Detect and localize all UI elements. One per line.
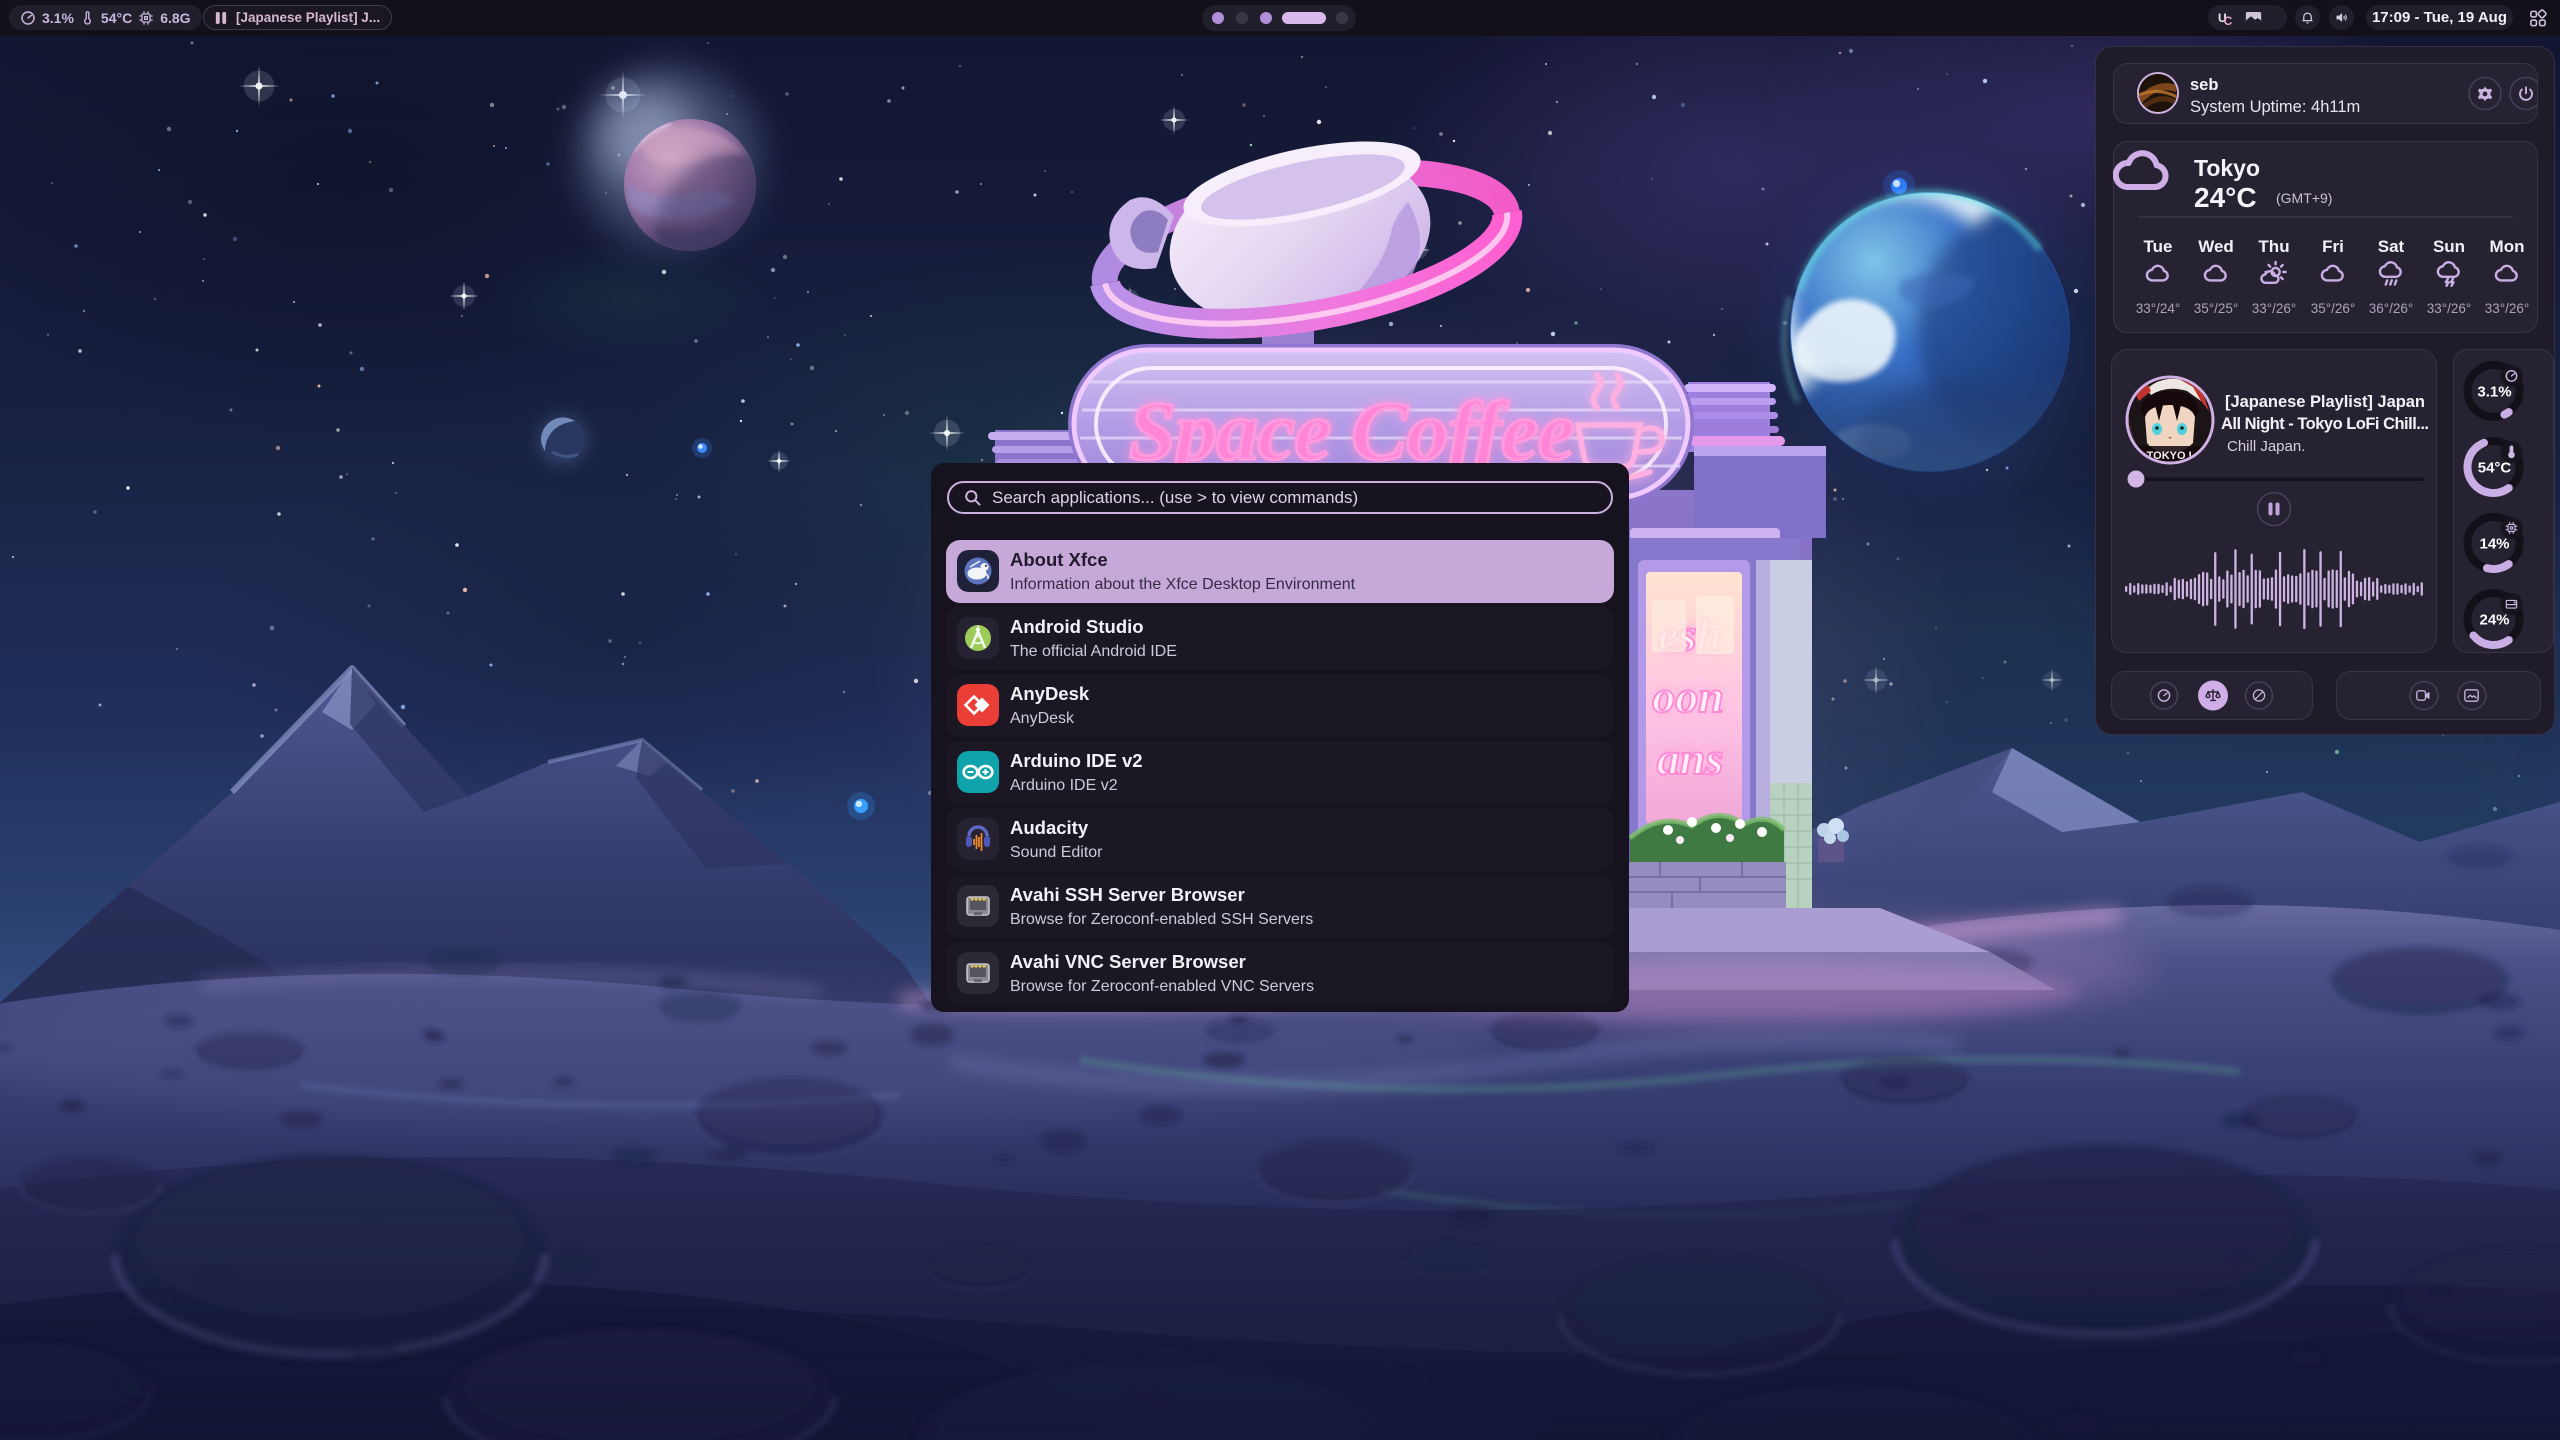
svg-text:ans: ans (1657, 733, 1723, 784)
svg-text:Sat: Sat (2378, 237, 2405, 256)
svg-text:24°C: 24°C (2194, 182, 2257, 213)
svg-text:[Japanese Playlist] Japan: [Japanese Playlist] Japan (2225, 393, 2425, 411)
svg-text:Tue: Tue (2144, 237, 2173, 256)
svg-text:Sun: Sun (2433, 237, 2465, 256)
svg-text:3.1%: 3.1% (2477, 384, 2511, 401)
svg-text:24%: 24% (2479, 612, 2509, 629)
svg-text:(GMT+9): (GMT+9) (2276, 190, 2332, 206)
svg-text:33°/26°: 33°/26° (2252, 301, 2297, 316)
svg-text:seb: seb (2190, 76, 2218, 94)
svg-text:System Uptime: 4h11m: System Uptime: 4h11m (2190, 98, 2360, 116)
svg-text:33°/26°: 33°/26° (2485, 301, 2530, 316)
svg-text:54°C: 54°C (2478, 460, 2512, 477)
svg-text:Tokyo: Tokyo (2194, 155, 2260, 181)
svg-text:35°/25°: 35°/25° (2194, 301, 2239, 316)
svg-text:Fri: Fri (2322, 237, 2344, 256)
svg-text:36°/26°: 36°/26° (2369, 301, 2414, 316)
svg-text:33°/26°: 33°/26° (2427, 301, 2472, 316)
svg-text:oon: oon (1652, 671, 1724, 722)
svg-text:Chill Japan.: Chill Japan. (2227, 438, 2305, 455)
svg-text:14%: 14% (2479, 536, 2509, 553)
svg-text:Wed: Wed (2198, 237, 2234, 256)
svg-text:All Night - Tokyo LoFi Chill..: All Night - Tokyo LoFi Chill... (2221, 415, 2429, 433)
svg-text:Thu: Thu (2258, 237, 2289, 256)
svg-text:33°/24°: 33°/24° (2136, 301, 2181, 316)
svg-text:Mon: Mon (2490, 237, 2525, 256)
svg-text:35°/26°: 35°/26° (2311, 301, 2356, 316)
